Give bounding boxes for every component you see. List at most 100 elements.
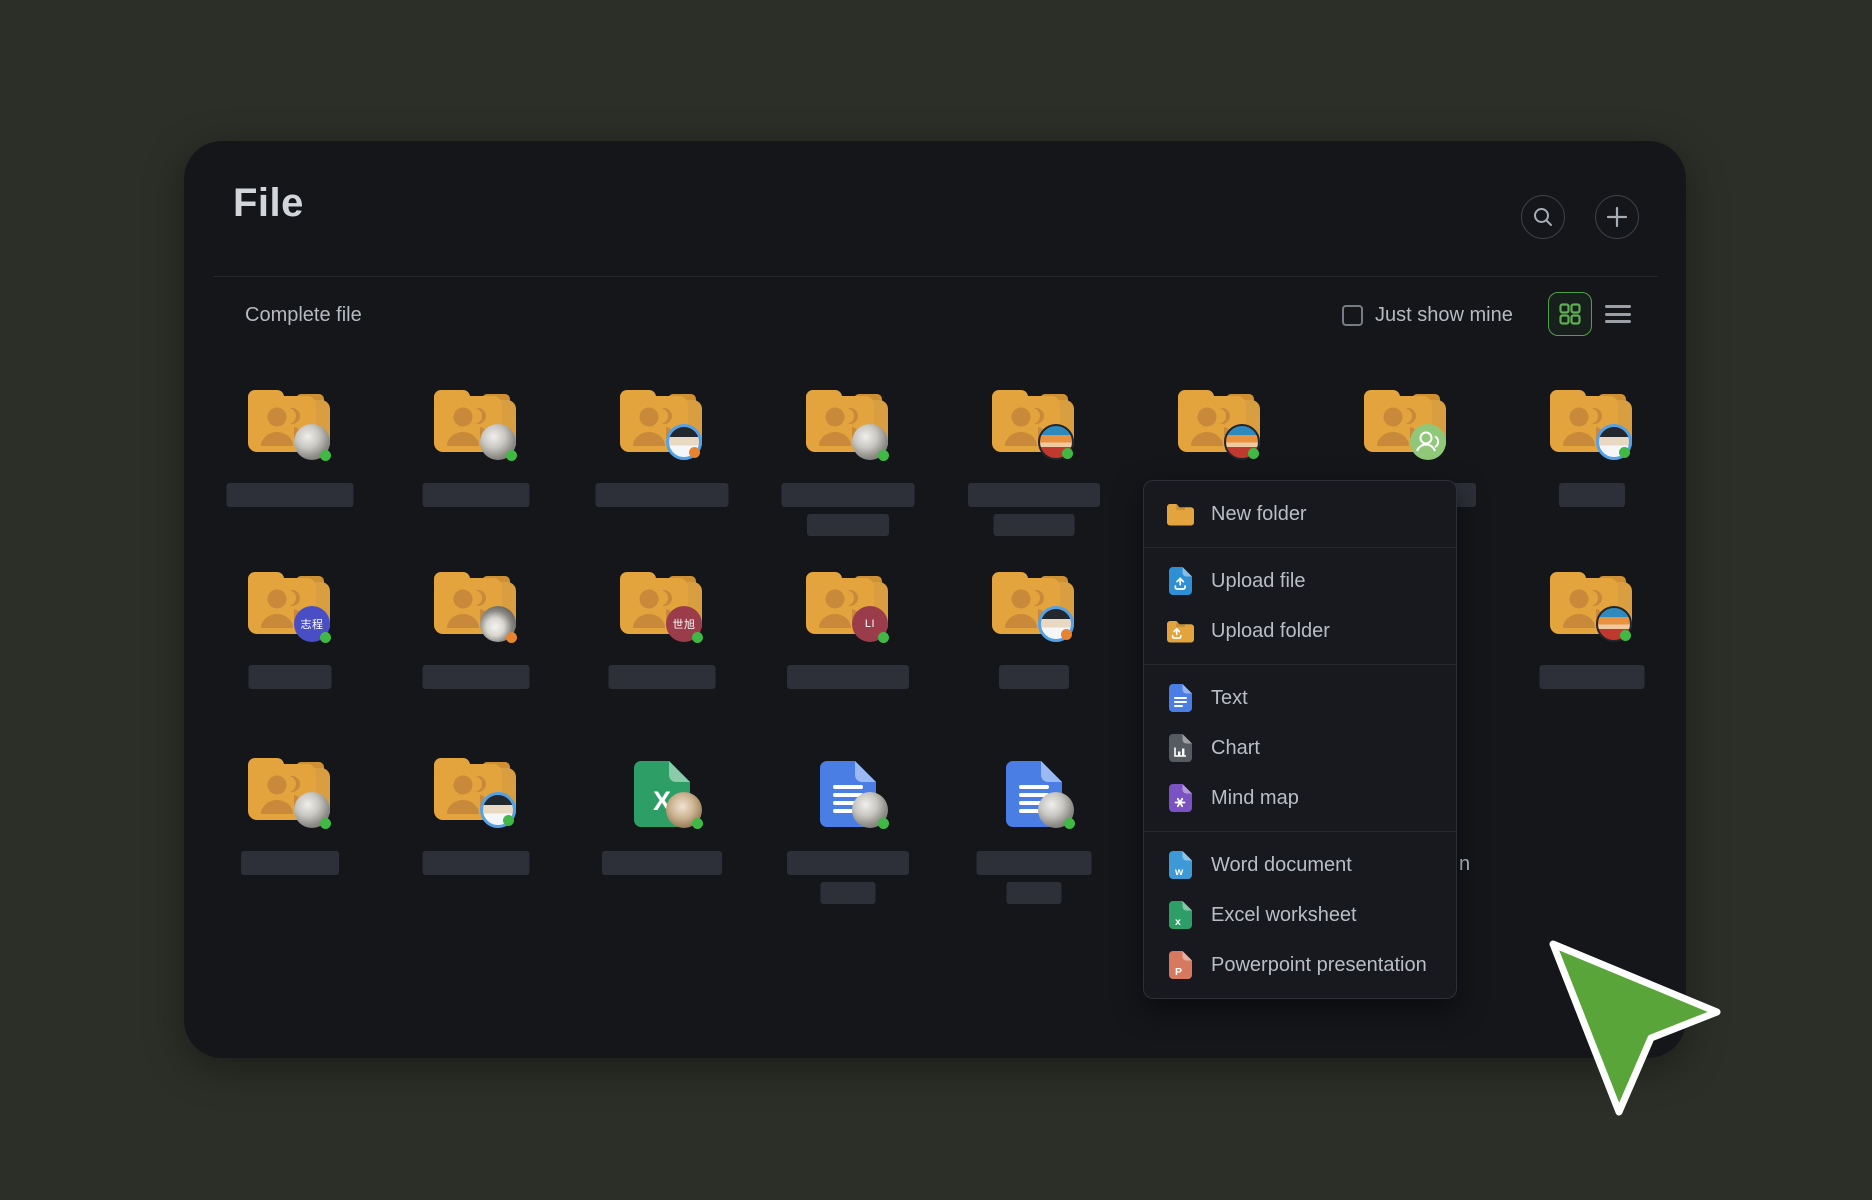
status-dot (692, 818, 703, 829)
status-dot (1064, 818, 1075, 829)
owner-avatar (1596, 424, 1632, 460)
redacted-name-bar (1007, 882, 1062, 904)
status-dot (320, 818, 331, 829)
text-doc-icon (1167, 684, 1194, 712)
status-dot (503, 815, 514, 826)
menu-group: New folder (1144, 481, 1456, 547)
owner-avatar (1224, 424, 1260, 460)
owner-avatar (1038, 606, 1074, 642)
menu-item-new-folder[interactable]: New folder (1144, 489, 1456, 539)
menu-item-label: Upload folder (1211, 620, 1330, 643)
redacted-name-bar (423, 483, 530, 507)
redacted-name-bar (782, 483, 915, 507)
word-doc-icon: w (1167, 851, 1194, 879)
owner-avatar (294, 424, 330, 460)
redacted-name-bar (423, 851, 530, 875)
menu-item-label: Word document (1211, 854, 1352, 877)
folder-item[interactable] (806, 390, 890, 462)
folder-item[interactable]: 世旭 (620, 572, 704, 644)
folder-item[interactable] (1364, 390, 1448, 462)
menu-item-chart-doc[interactable]: Chart (1144, 723, 1456, 773)
redacted-name-bar (596, 483, 729, 507)
new-folder-icon (1167, 503, 1194, 526)
menu-item-upload-file[interactable]: Upload file (1144, 556, 1456, 606)
owner-avatar: 志程 (294, 606, 330, 642)
status-dot (878, 818, 889, 829)
redacted-name-bar (968, 483, 1100, 507)
menu-item-excel-doc[interactable]: x Excel worksheet (1144, 890, 1456, 940)
upload-file-icon (1167, 567, 1194, 595)
status-dot (1619, 447, 1630, 458)
svg-text:P: P (1175, 966, 1182, 978)
owner-avatar (1038, 424, 1074, 460)
menu-item-word-doc[interactable]: w Word document (1144, 840, 1456, 890)
folder-item[interactable] (434, 572, 518, 644)
redacted-name-bar (787, 665, 909, 689)
file-item[interactable] (806, 758, 890, 830)
owner-avatar (852, 424, 888, 460)
redacted-name-bar (602, 851, 722, 875)
status-dot (506, 450, 517, 461)
menu-group: Text Chart Mind map (1144, 665, 1456, 831)
folder-item[interactable] (992, 572, 1076, 644)
redacted-name-bar (423, 665, 530, 689)
menu-item-text-doc[interactable]: Text (1144, 673, 1456, 723)
folder-item[interactable] (1550, 572, 1634, 644)
menu-group: Upload file Upload folder (1144, 548, 1456, 664)
file-grid: 志程 世旭 LI (184, 141, 1686, 1058)
hidden-label-fragment: n (1459, 853, 1470, 876)
ppt-doc-icon: P (1167, 951, 1194, 979)
menu-item-label: Chart (1211, 737, 1260, 760)
status-dot (692, 632, 703, 643)
owner-avatar: 世旭 (666, 606, 702, 642)
menu-item-label: New folder (1211, 503, 1307, 526)
chart-doc-icon (1167, 734, 1194, 762)
status-dot (320, 450, 331, 461)
upload-folder-icon (1167, 620, 1194, 643)
member-avatar (1410, 424, 1446, 460)
status-dot (1248, 448, 1259, 459)
folder-item[interactable] (434, 758, 518, 830)
redacted-name-bar (787, 851, 909, 875)
file-item[interactable]: X (620, 758, 704, 830)
menu-item-ppt-doc[interactable]: PPowerpoint presentation (1144, 940, 1456, 990)
status-dot (506, 632, 517, 643)
folder-item[interactable] (1178, 390, 1262, 462)
redacted-name-bar (977, 851, 1092, 875)
owner-avatar (294, 792, 330, 828)
folder-item[interactable] (1550, 390, 1634, 462)
svg-text:w: w (1174, 866, 1184, 878)
redacted-name-bar (821, 882, 876, 904)
status-dot (1062, 448, 1073, 459)
menu-item-label: Mind map (1211, 787, 1299, 810)
menu-item-label: Text (1211, 687, 1248, 710)
folder-item[interactable]: LI (806, 572, 890, 644)
owner-avatar (1038, 792, 1074, 828)
person-add-icon (1410, 424, 1446, 460)
mindmap-doc-icon (1167, 784, 1194, 812)
folder-item[interactable]: 志程 (248, 572, 332, 644)
file-manager-window: File Complete file Just show mine (184, 141, 1686, 1058)
menu-item-label: Excel worksheet (1211, 904, 1357, 927)
status-dot (878, 450, 889, 461)
redacted-name-bar (999, 665, 1069, 689)
svg-text:x: x (1175, 916, 1181, 928)
owner-avatar (666, 424, 702, 460)
menu-group: w Word document x Excel worksheet PPowerpo… (1144, 832, 1456, 998)
folder-item[interactable] (248, 758, 332, 830)
menu-item-mindmap-doc[interactable]: Mind map (1144, 773, 1456, 823)
folder-item[interactable] (620, 390, 704, 462)
status-dot (1620, 630, 1631, 641)
owner-avatar (666, 792, 702, 828)
folder-item[interactable] (434, 390, 518, 462)
redacted-name-bar (994, 514, 1075, 536)
owner-avatar (480, 424, 516, 460)
desktop-background: File Complete file Just show mine (0, 0, 1872, 1200)
context-menu: New folder Upload file Upload folder Tex… (1143, 480, 1457, 999)
menu-item-upload-folder[interactable]: Upload folder (1144, 606, 1456, 656)
folder-item[interactable] (248, 390, 332, 462)
owner-avatar: LI (852, 606, 888, 642)
status-dot (689, 447, 700, 458)
file-item[interactable] (992, 758, 1076, 830)
folder-item[interactable] (992, 390, 1076, 462)
